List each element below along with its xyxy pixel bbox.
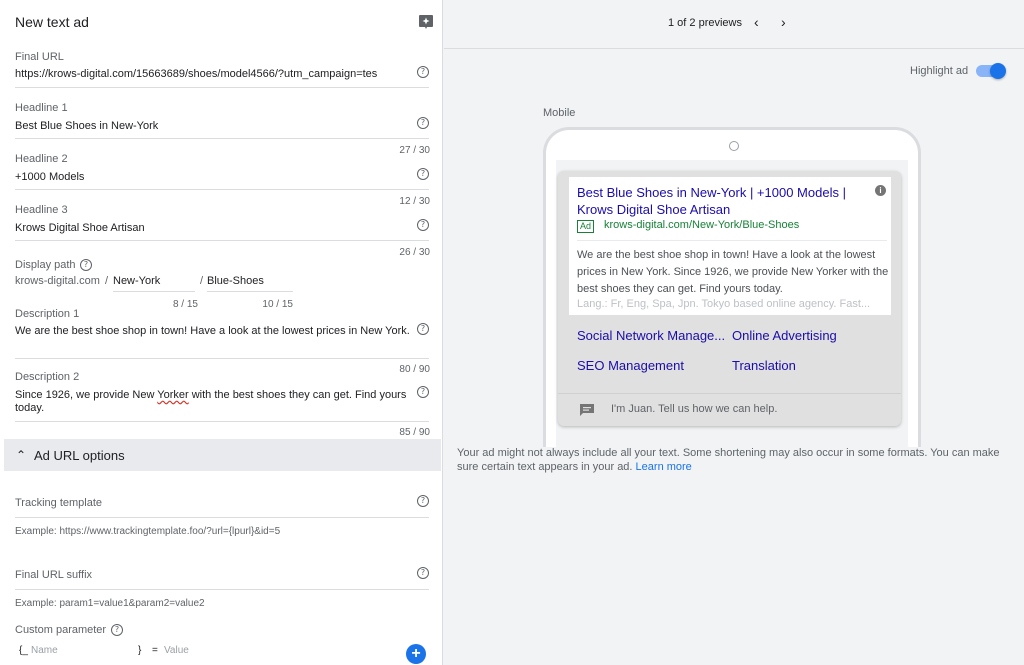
info-icon[interactable]: i <box>875 185 886 196</box>
sitelink[interactable]: Translation <box>732 358 796 373</box>
misspelled-word[interactable]: Yorker <box>157 389 188 401</box>
headline1-value[interactable]: Best Blue Shoes in New-York <box>15 120 158 132</box>
headline1-field[interactable]: Headline 1 Best Blue Shoes in New-York ? <box>15 99 429 139</box>
help-icon[interactable]: ? <box>417 66 429 78</box>
custom-param-name-input[interactable]: Name <box>31 645 136 656</box>
custom-param-equals: = <box>152 645 158 656</box>
display-path-label: Display path <box>15 259 76 271</box>
description2-value[interactable]: Since 1926, we provide New Yorker with t… <box>15 389 411 415</box>
highlight-ad-toggle[interactable] <box>976 63 1006 79</box>
final-url-value[interactable]: https://krows-digital.com/15663689/shoes… <box>15 68 391 80</box>
custom-parameter-label: Custom parameter <box>15 624 107 636</box>
display-path-domain: krows-digital.com <box>15 275 100 287</box>
ad-headline[interactable]: Best Blue Shoes in New-York | +1000 Mode… <box>577 184 863 218</box>
help-icon[interactable]: ? <box>111 624 123 636</box>
final-url-label: Final URL <box>15 51 64 63</box>
description2-char-count: 85 / 90 <box>399 427 430 438</box>
preview-header: 1 of 2 previews ‹ › <box>444 0 1024 49</box>
disclaimer-text: Your ad might not always include all you… <box>457 447 1000 473</box>
description2-text: today. <box>15 402 45 414</box>
description2-text: with the best shoes they can get. Find y… <box>188 389 407 401</box>
final-url-suffix-label: Final URL suffix <box>15 569 93 581</box>
sitelink[interactable]: SEO Management <box>577 358 684 373</box>
learn-more-link[interactable]: Learn more <box>636 461 692 473</box>
help-icon[interactable]: ? <box>417 323 429 335</box>
final-url-field[interactable]: Final URL https://krows-digital.com/1566… <box>15 48 429 88</box>
custom-param-value-input[interactable]: Value <box>164 645 284 656</box>
ad-callout-extension: Lang.: Fr, Eng, Spa, Jpn. Tokyo based on… <box>577 298 871 310</box>
description1-label: Description 1 <box>15 308 80 320</box>
description2-field[interactable]: Description 2 Since 1926, we provide New… <box>15 368 429 422</box>
help-icon[interactable]: ? <box>417 495 429 507</box>
ad-form-panel: New text ad Final URL https://krows-digi… <box>0 0 443 665</box>
message-icon <box>580 404 594 416</box>
chevron-right-icon[interactable]: › <box>781 14 786 30</box>
tracking-template-label: Tracking template <box>15 497 103 509</box>
preview-disclaimer: Your ad might not always include all you… <box>457 446 1012 474</box>
ad-preview-card: Best Blue Shoes in New-York | +1000 Mode… <box>558 171 901 426</box>
ad-suggestion-icon[interactable] <box>418 14 434 30</box>
headline3-label: Headline 3 <box>15 204 68 216</box>
ad-display-url: krows-digital.com/New-York/Blue-Shoes <box>604 219 800 231</box>
help-icon[interactable]: ? <box>417 386 429 398</box>
headline2-field[interactable]: Headline 2 +1000 Models ? <box>15 150 429 190</box>
help-icon[interactable]: ? <box>80 259 92 271</box>
description1-value[interactable]: We are the best shoe shop in town! Have … <box>15 325 411 337</box>
description2-label: Description 2 <box>15 371 80 383</box>
headline1-label: Headline 1 <box>15 102 68 114</box>
display-path-separator: / <box>200 275 204 287</box>
tracking-template-field[interactable]: Tracking template ? <box>15 490 429 518</box>
display-path-1-input[interactable]: New-York <box>113 275 195 292</box>
display-path-separator: / <box>105 275 109 287</box>
device-label: Mobile <box>543 107 576 119</box>
sitelink[interactable]: Social Network Manage... <box>577 328 725 343</box>
headline3-value[interactable]: Krows Digital Shoe Artisan <box>15 222 145 234</box>
divider <box>577 240 887 241</box>
help-icon[interactable]: ? <box>417 168 429 180</box>
ad-badge: Ad <box>577 220 595 233</box>
divider <box>558 393 901 394</box>
ad-description: We are the best shoe shop in town! Have … <box>577 249 889 295</box>
custom-param-open-brace: {_ <box>19 645 28 656</box>
headline3-field[interactable]: Headline 3 Krows Digital Shoe Artisan ? <box>15 201 429 241</box>
message-extension-text[interactable]: I'm Juan. Tell us how we can help. <box>611 403 777 415</box>
help-icon[interactable]: ? <box>417 117 429 129</box>
chevron-up-icon: ⌃ <box>16 448 27 462</box>
preview-counter: 1 of 2 previews <box>668 17 742 29</box>
description2-text: Since 1926, we provide New <box>15 389 158 401</box>
help-icon[interactable]: ? <box>417 219 429 231</box>
final-url-suffix-field[interactable]: Final URL suffix ? <box>15 562 429 590</box>
headline2-value[interactable]: +1000 Models <box>15 171 84 183</box>
description1-field[interactable]: Description 1 We are the best shoe shop … <box>15 305 429 359</box>
toggle-knob <box>990 63 1006 79</box>
tracking-template-example: Example: https://www.trackingtemplate.fo… <box>15 526 281 537</box>
sitelink[interactable]: Online Advertising <box>732 328 837 343</box>
custom-param-close-brace: } <box>138 645 142 656</box>
panel-title: New text ad <box>15 14 89 30</box>
phone-camera <box>729 141 739 151</box>
display-path-2-input[interactable]: Blue-Shoes <box>207 275 293 292</box>
highlight-ad-label: Highlight ad <box>910 65 969 77</box>
headline3-char-count: 26 / 30 <box>399 247 430 258</box>
final-url-suffix-example: Example: param1=value1&param2=value2 <box>15 598 205 609</box>
ad-url-options-toggle[interactable]: ⌃ Ad URL options <box>4 439 441 471</box>
chevron-left-icon[interactable]: ‹ <box>754 14 759 30</box>
help-icon[interactable]: ? <box>417 567 429 579</box>
add-parameter-button[interactable]: + <box>406 644 426 664</box>
ad-main-block: Best Blue Shoes in New-York | +1000 Mode… <box>569 177 891 315</box>
headline2-label: Headline 2 <box>15 153 68 165</box>
ad-url-options-title: Ad URL options <box>34 448 125 463</box>
